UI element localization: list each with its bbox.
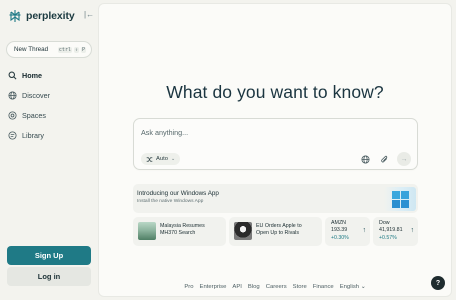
model-label: Auto [156,156,168,162]
footer-link-finance[interactable]: Finance [313,284,334,290]
new-thread-button[interactable]: New Thread ctrl ⇧ P [6,41,92,58]
sidebar-item-spaces[interactable]: Spaces [6,105,92,125]
shortcut-key-shift: ⇧ [73,46,79,53]
main-panel: What do you want to know? Auto ⌄ [98,3,452,297]
footer-links: Pro Enterprise API Blog Careers Store Fi… [99,284,451,290]
feed-cards: Malaysia Resumes MH370 Search EU Orders … [133,217,418,247]
news-card[interactable]: EU Orders Apple to Open Up to Rivals [229,217,322,246]
sidebar-item-home[interactable]: Home [6,65,92,85]
windows-logo-icon [384,187,416,211]
globe-icon [8,90,17,100]
arrow-up-icon: ↑ [362,227,367,234]
perplexity-logo-icon [8,9,22,23]
search-box[interactable]: Auto ⌄ → [133,118,418,170]
search-input[interactable] [141,125,391,139]
footer-link-store[interactable]: Store [293,284,307,290]
sidebar-item-label: Library [22,130,44,140]
globe-icon[interactable] [359,153,371,165]
page-title: What do you want to know? [166,82,384,102]
sidebar-item-library[interactable]: Library [6,125,92,145]
sidebar-item-label: Home [22,70,42,80]
news-title: Malaysia Resumes MH370 Search [160,223,205,236]
shuffle-icon [146,156,153,162]
brand[interactable]: perplexity [8,8,92,24]
stock-price: 193.39 [331,227,348,233]
arrow-right-icon: → [400,155,408,163]
search-icon [8,71,17,80]
chevron-down-icon: ⌄ [360,284,366,290]
sidebar-item-discover[interactable]: Discover [6,85,92,105]
stock-price: 41,919.81 [379,227,403,233]
stock-change: +0.57% [379,235,397,241]
collapse-sidebar-icon[interactable]: |← [84,10,94,19]
model-selector[interactable]: Auto ⌄ [141,153,181,165]
sidebar: perplexity |← New Thread ctrl ⇧ P Home D… [0,0,98,300]
stock-card[interactable]: Dow 41,919.81 +0.57% ↑ [373,217,418,246]
sidebar-item-label: Spaces [22,110,46,120]
sign-up-button[interactable]: Sign Up [7,246,91,265]
footer-link-api[interactable]: API [232,284,242,290]
new-thread-label: New Thread [14,46,49,53]
language-selector[interactable]: English ⌄ [340,284,366,290]
spaces-icon [8,110,17,120]
sidebar-nav: Home Discover Spaces Library [6,65,92,145]
language-label: English [339,284,360,290]
news-thumbnail [234,222,252,240]
brand-name: perplexity [26,10,75,22]
footer-link-blog[interactable]: Blog [248,284,260,290]
news-card[interactable]: Malaysia Resumes MH370 Search [133,217,226,246]
submit-button[interactable]: → [397,152,411,166]
attach-icon[interactable] [378,153,390,165]
footer-link-pro[interactable]: Pro [184,284,193,290]
banner-title: Introducing our Windows App [137,190,219,197]
arrow-up-icon: ↑ [410,227,415,234]
windows-app-banner[interactable]: Introducing our Windows App Install the … [133,184,418,213]
stock-name: Dow [379,220,390,226]
shortcut-key-ctrl: ctrl [57,46,72,53]
footer-link-careers[interactable]: Careers [266,284,287,290]
news-title: EU Orders Apple to Open Up to Rivals [256,223,302,236]
new-thread-shortcut: ctrl ⇧ P [57,46,86,53]
library-icon [8,130,17,140]
banner-subtitle: Install the native Windows App [137,199,204,204]
stock-change: +0.30% [331,235,349,241]
log-in-button[interactable]: Log in [7,267,91,286]
news-thumbnail [138,222,156,240]
stock-name: AMZN [331,220,347,226]
chevron-down-icon: ⌄ [170,156,176,162]
stock-card[interactable]: AMZN 193.39 +0.30% ↑ [325,217,370,246]
sidebar-item-label: Discover [22,90,50,100]
shortcut-key-p: P [80,46,86,53]
footer-link-enterprise[interactable]: Enterprise [200,284,227,290]
search-actions: → [359,152,411,166]
help-button[interactable]: ? [431,276,445,290]
app-window: perplexity |← New Thread ctrl ⇧ P Home D… [0,0,456,300]
